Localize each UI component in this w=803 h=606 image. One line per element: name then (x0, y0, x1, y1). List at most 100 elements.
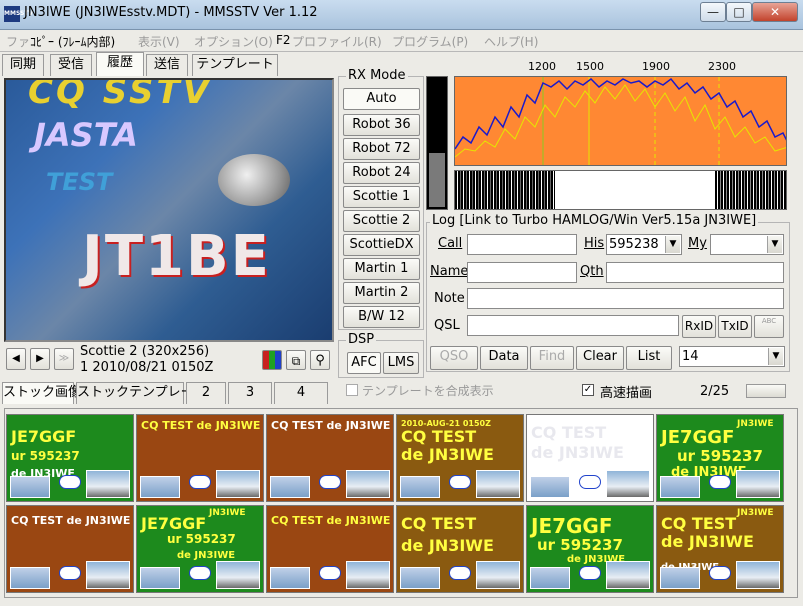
image-text-jasta: JASTA (34, 116, 138, 154)
rx-mode-robot72[interactable]: Robot 72 (343, 138, 420, 160)
menu-view[interactable]: 表示(V) (138, 33, 180, 50)
thumbnail-2[interactable]: CQ TEST de JN3IWE (136, 414, 264, 502)
rx-mode-scottie1[interactable]: Scottie 1 (343, 186, 420, 208)
find-button[interactable]: Find (530, 346, 574, 370)
rx-mode-robot24[interactable]: Robot 24 (343, 162, 420, 184)
thumbnail-10[interactable]: CQ TEST de JN3IWE (396, 505, 524, 593)
log-title: Log [Link to Turbo HAMLOG/Win Ver5.15a J… (430, 213, 759, 228)
rx-mode-bw12[interactable]: B/W 12 (343, 306, 420, 328)
txid-button[interactable]: TxID (718, 315, 752, 338)
menu-program[interactable]: プログラム(P) (392, 33, 468, 50)
abc-button[interactable]: ABC (754, 315, 784, 338)
chevron-down-icon[interactable]: ▼ (665, 236, 680, 253)
rxid-button[interactable]: RxID (682, 315, 716, 338)
menu-profile[interactable]: プロファイル(R) (292, 33, 382, 50)
thumbnail-9[interactable]: CQ TEST de JN3IWE (266, 505, 394, 593)
thumbnail-photo (606, 561, 650, 589)
tab-receive[interactable]: 受信 (50, 54, 92, 76)
menu-option[interactable]: オプション(O) (194, 33, 273, 50)
thumbnail-11[interactable]: JE7GGF ur 595237 de JN3IWE (526, 505, 654, 593)
tab-stock-images[interactable]: ストック画像 (2, 382, 81, 404)
call-label: Call (438, 236, 463, 251)
qth-label: Qth (580, 264, 604, 279)
tab-template[interactable]: テンプレート (192, 54, 278, 76)
copy-icon[interactable]: ⧉ (286, 350, 306, 370)
prev-image-button[interactable]: ◀ (6, 348, 26, 370)
rx-mode-robot36[interactable]: Robot 36 (343, 114, 420, 136)
thumbnail-text: JN3IWE (209, 508, 246, 518)
freq-label-2300: 2300 (708, 60, 736, 73)
page-scrollbar[interactable] (746, 384, 786, 398)
chevron-down-icon[interactable]: ▼ (767, 236, 782, 253)
thumbnail-photo (476, 561, 520, 589)
menu-file[interactable]: ファ (6, 33, 30, 50)
zoom-icon[interactable]: ⚲ (310, 350, 330, 370)
image-text-test: TEST (46, 168, 113, 196)
afc-button[interactable]: AFC (347, 352, 381, 374)
thumbnail-4[interactable]: 2010-AUG-21 0150Z CQ TEST de JN3IWE (396, 414, 524, 502)
tab-stock-4[interactable]: 4 (274, 382, 328, 404)
his-rst-value: 595238 (609, 237, 659, 252)
qso-button[interactable]: QSO (430, 346, 478, 370)
thumbnail-text: ur 595237 (537, 536, 623, 554)
skip-button[interactable]: ≫ (54, 348, 74, 370)
qsl-field[interactable] (467, 315, 679, 336)
note-field[interactable] (467, 288, 784, 309)
name-field[interactable] (467, 262, 577, 283)
color-icon[interactable] (262, 350, 282, 370)
menu-f2[interactable]: F2 (276, 33, 291, 47)
maximize-button[interactable]: □ (726, 2, 752, 22)
fast-draw-label: 高速描画 (600, 386, 653, 401)
tab-stock-3[interactable]: 3 (228, 382, 272, 404)
thumbnail-text: CQ TEST (401, 427, 477, 446)
thumbnail-text: JN3IWE (737, 508, 774, 518)
waterfall-noise-left (455, 171, 555, 209)
lms-button[interactable]: LMS (383, 352, 419, 374)
thumbnail-text: ur 595237 (677, 447, 763, 465)
tab-sync[interactable]: 同期 (2, 54, 44, 76)
tab-history[interactable]: 履歴 (96, 52, 144, 76)
thumbnail-text: JE7GGF (531, 514, 613, 538)
menu-help[interactable]: ヘルプ(H) (484, 33, 538, 50)
qth-field[interactable] (606, 262, 784, 283)
thumbnail-text: de JN3IWE (661, 532, 754, 551)
rx-mode-martin1[interactable]: Martin 1 (343, 258, 420, 280)
clear-button[interactable]: Clear (576, 346, 624, 370)
thumbnail-logo (579, 475, 601, 489)
next-image-button[interactable]: ▶ (30, 348, 50, 370)
thumbnail-5[interactable]: CQ TEST de JN3IWE (526, 414, 654, 502)
thumbnail-7[interactable]: CQ TEST de JN3IWE (6, 505, 134, 593)
thumbnail-1[interactable]: JE7GGF ur 595237 de JN3IWE (6, 414, 134, 502)
template-checkbox[interactable] (346, 384, 358, 396)
thumbnail-8[interactable]: JN3IWE JE7GGF ur 595237 de JN3IWE (136, 505, 264, 593)
rx-mode-scottie2[interactable]: Scottie 2 (343, 210, 420, 232)
my-rst-select[interactable]: ▼ (710, 234, 784, 255)
thumbnail-photo (530, 476, 570, 498)
thumbnail-text: CQ TEST (661, 514, 737, 533)
minimize-button[interactable]: — (700, 2, 726, 22)
his-rst-select[interactable]: 595238 ▼ (606, 234, 682, 255)
call-field[interactable] (467, 234, 577, 255)
tab-send[interactable]: 送信 (146, 54, 188, 76)
menu-copy[interactable]: ｺﾋﾟｰ (ﾌﾚｰﾑ内部) (30, 33, 115, 50)
thumbnail-photo (140, 476, 180, 498)
close-button[interactable]: ✕ (752, 2, 798, 22)
level-meter-fill (429, 153, 445, 207)
thumbnail-12[interactable]: JN3IWE CQ TEST de JN3IWE de JN3IWE (656, 505, 784, 593)
thumbnail-photo (346, 470, 390, 498)
thumbnail-text: CQ TEST de JN3IWE (11, 514, 131, 527)
rx-mode-scottiedx[interactable]: ScottieDX (343, 234, 420, 256)
chevron-down-icon[interactable]: ▼ (768, 348, 783, 365)
list-button[interactable]: List (626, 346, 672, 370)
tab-stock-2[interactable]: 2 (186, 382, 226, 404)
dsp-title: DSP (346, 332, 377, 347)
fast-draw-checkbox[interactable]: ✓ (582, 384, 594, 396)
data-button[interactable]: Data (480, 346, 528, 370)
rx-mode-auto[interactable]: Auto (343, 88, 420, 110)
number-select[interactable]: 14 ▼ (679, 346, 785, 367)
tab-stock-template-1[interactable]: ストックテンプレート 1 (76, 382, 219, 404)
thumbnail-6[interactable]: JN3IWE JE7GGF ur 595237 de JN3IWE (656, 414, 784, 502)
rx-mode-martin2[interactable]: Martin 2 (343, 282, 420, 304)
thumbnail-3[interactable]: CQ TEST de JN3IWE (266, 414, 394, 502)
thumbnail-photo (476, 470, 520, 498)
